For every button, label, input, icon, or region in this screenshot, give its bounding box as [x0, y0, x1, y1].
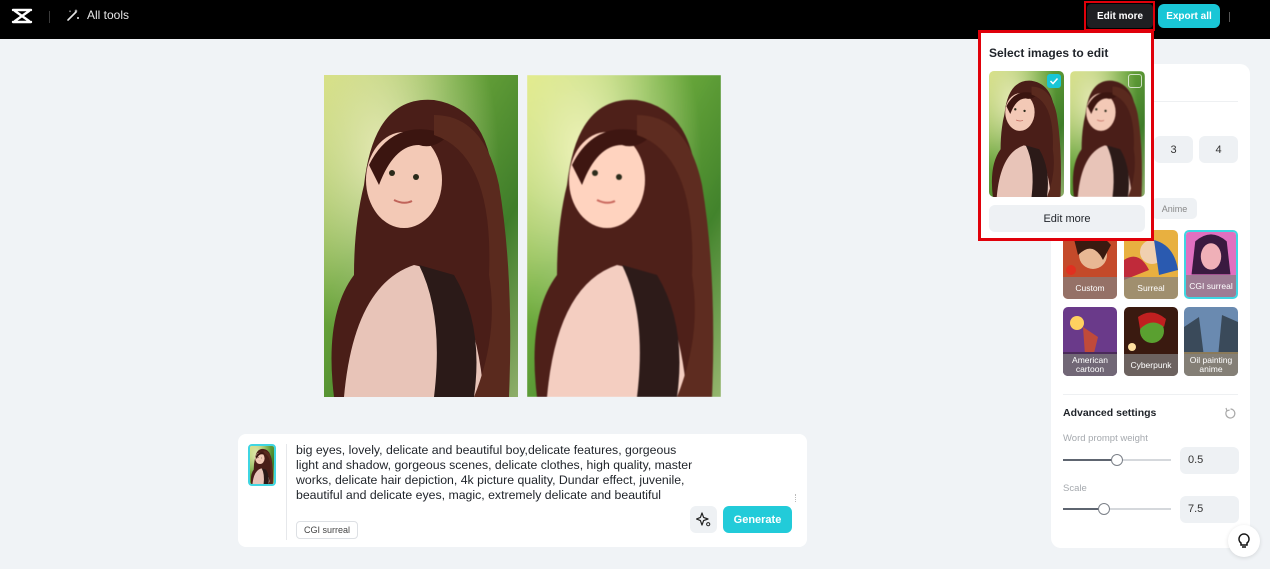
popup-image-2[interactable]: [1070, 71, 1145, 197]
sparkle-icon: [696, 512, 711, 527]
popup-edit-more-button[interactable]: Edit more: [989, 205, 1145, 232]
thumbnail-image: [250, 446, 274, 484]
scale-input[interactable]: 7.5: [1180, 496, 1239, 523]
capcut-logo-icon[interactable]: [11, 8, 33, 24]
generate-button[interactable]: Generate: [723, 506, 792, 533]
style-cyberpunk[interactable]: Cyberpunk: [1124, 307, 1178, 376]
style-cgi-surreal[interactable]: CGI surreal: [1184, 230, 1238, 299]
magic-wand-icon: [67, 9, 79, 21]
portrait-image: [527, 75, 721, 397]
checkbox-checked[interactable]: [1047, 74, 1061, 88]
resize-handle[interactable]: [795, 494, 798, 502]
portrait-image: [989, 71, 1064, 197]
style-american-cartoon[interactable]: American cartoon: [1063, 307, 1117, 376]
slider-knob[interactable]: [1111, 454, 1123, 466]
help-button[interactable]: [1228, 525, 1260, 557]
portrait-image: [324, 75, 518, 397]
scale-slider[interactable]: [1063, 503, 1171, 515]
word-prompt-weight-label: Word prompt weight: [1063, 433, 1148, 444]
export-all-button[interactable]: Export all: [1158, 4, 1220, 28]
popup-title: Select images to edit: [989, 46, 1109, 60]
reset-icon[interactable]: [1224, 407, 1237, 420]
prompt-card: big eyes, lovely, delicate and beautiful…: [238, 434, 807, 547]
advanced-settings-title: Advanced settings: [1063, 407, 1157, 419]
topbar-divider: [49, 11, 50, 23]
prompt-divider: [286, 444, 287, 540]
count-option-4[interactable]: 4: [1199, 136, 1238, 163]
count-option-3[interactable]: 3: [1154, 136, 1193, 163]
panel-divider: [1063, 394, 1238, 395]
edit-more-top-button[interactable]: Edit more: [1087, 4, 1153, 28]
portrait-image: [1070, 71, 1145, 197]
topbar-divider-right: [1229, 12, 1230, 22]
generated-image-1[interactable]: [324, 75, 518, 397]
style-tag: CGI surreal: [296, 521, 359, 539]
lightbulb-icon: [1238, 533, 1250, 548]
tab-anime[interactable]: Anime: [1152, 198, 1197, 219]
word-prompt-weight-slider[interactable]: [1063, 454, 1171, 466]
select-images-popup: Select images to edit Edit more: [978, 30, 1154, 241]
style-label: CGI surreal: [1186, 275, 1236, 297]
style-label: Cyberpunk: [1124, 354, 1178, 376]
style-label: American cartoon: [1063, 354, 1117, 376]
style-oil-painting-anime[interactable]: Oil painting anime: [1184, 307, 1238, 376]
style-label: Surreal: [1124, 277, 1178, 299]
enhance-prompt-button[interactable]: [690, 506, 717, 533]
all-tools-button[interactable]: All tools: [66, 8, 129, 22]
style-label: Oil painting anime: [1184, 354, 1238, 376]
slider-knob[interactable]: [1098, 503, 1111, 515]
style-label: Custom: [1063, 277, 1117, 299]
prompt-input[interactable]: big eyes, lovely, delicate and beautiful…: [296, 443, 696, 503]
checkbox-unchecked[interactable]: [1128, 74, 1142, 88]
generated-image-2[interactable]: [527, 75, 721, 397]
slider-fill: [1063, 459, 1117, 461]
scale-label: Scale: [1063, 483, 1087, 494]
all-tools-label: All tools: [87, 8, 130, 22]
reference-thumbnail[interactable]: [248, 444, 276, 486]
word-prompt-weight-input[interactable]: 0.5: [1180, 447, 1239, 474]
checkmark-icon: [1049, 77, 1059, 85]
popup-image-1[interactable]: [989, 71, 1064, 197]
